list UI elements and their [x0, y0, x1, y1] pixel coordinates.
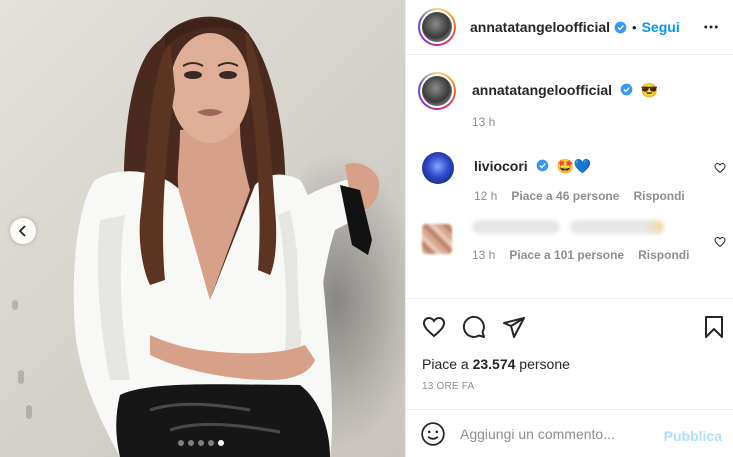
verified-badge-icon: [536, 159, 548, 172]
verified-badge-icon: [620, 83, 633, 96]
emoji-icon[interactable]: [420, 421, 446, 447]
post-actions-bar: [406, 298, 733, 358]
bookmark-icon[interactable]: [702, 315, 726, 339]
post-header: annatatangeloofficial • Segui: [406, 0, 733, 55]
more-options-icon[interactable]: [702, 18, 720, 36]
post-photo[interactable]: [0, 0, 405, 457]
carousel-dot-active: [218, 440, 224, 446]
carousel-dot: [208, 440, 214, 446]
heart-icon[interactable]: [422, 315, 446, 339]
caption-time[interactable]: 13 h: [472, 115, 658, 129]
carousel-dot: [188, 440, 194, 446]
caption: annatatangeloofficial 😎 13 h: [418, 72, 658, 129]
post-timestamp[interactable]: 13 ORE FA: [422, 381, 474, 392]
carousel-prev-button[interactable]: [10, 218, 36, 244]
comment-time[interactable]: 13 h: [472, 248, 495, 262]
author-avatar[interactable]: [418, 8, 456, 46]
post-side-panel: annatatangeloofficial • Segui annatatang…: [405, 0, 733, 457]
comment-icon[interactable]: [462, 315, 486, 339]
comment-input[interactable]: [460, 425, 650, 442]
comment-time[interactable]: 12 h: [474, 189, 497, 203]
comment-likes[interactable]: Piace a 46 persone: [511, 189, 619, 203]
comment-author[interactable]: liviocori: [474, 158, 528, 174]
share-icon[interactable]: [502, 315, 526, 339]
carousel-dots: [178, 440, 224, 446]
follow-button[interactable]: Segui: [642, 19, 680, 35]
instagram-post-view: annatatangeloofficial • Segui annatatang…: [0, 0, 733, 457]
header-separator: •: [632, 19, 637, 35]
comment-avatar[interactable]: [422, 152, 454, 184]
comment-avatar[interactable]: [422, 224, 452, 254]
comment-likes[interactable]: Piace a 101 persone: [509, 248, 624, 262]
comment-text: 🤩💙: [556, 158, 592, 174]
heart-icon[interactable]: [714, 162, 726, 174]
carousel-dot: [178, 440, 184, 446]
caption-text: 😎: [640, 82, 659, 98]
caption-author[interactable]: annatatangeloofficial: [472, 82, 612, 98]
comment-reply-button[interactable]: Rispondi: [638, 248, 689, 262]
caption-author-avatar[interactable]: [418, 72, 456, 110]
add-comment-bar: Pubblica: [406, 409, 733, 457]
carousel-dot: [198, 440, 204, 446]
publish-button[interactable]: Pubblica: [664, 428, 722, 444]
comment-item: 13 h Piace a 101 persone Rispondi: [422, 219, 728, 262]
chevron-left-icon: [18, 225, 26, 237]
author-username[interactable]: annatatangeloofficial: [470, 19, 610, 35]
woman-portrait-image: [73, 16, 380, 457]
comment-item: liviocori 🤩💙 12 h Piace a 46 persone Ris…: [422, 152, 728, 203]
comment-reply-button[interactable]: Rispondi: [633, 189, 684, 203]
heart-icon[interactable]: [714, 236, 726, 248]
verified-badge-icon: [614, 21, 627, 33]
likes-count[interactable]: Piace a 23.574 persone: [422, 356, 570, 372]
comment-blurred-content: [472, 218, 728, 234]
